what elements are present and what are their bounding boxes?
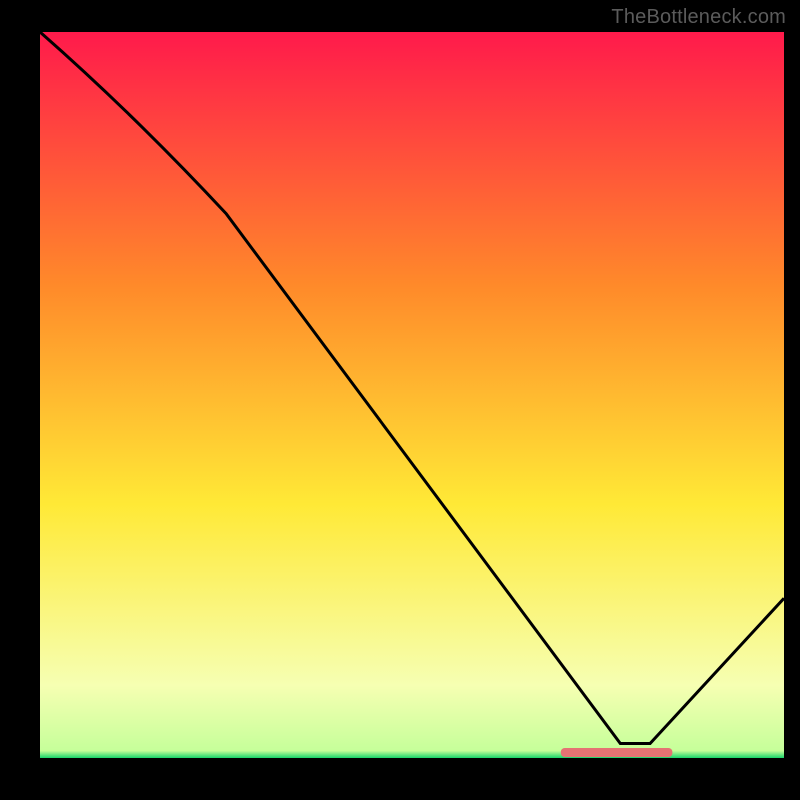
plot-area — [40, 32, 784, 758]
optimum-highlight-bar — [561, 748, 673, 757]
chart-container: TheBottleneck.com — [0, 0, 800, 800]
attribution-text: TheBottleneck.com — [611, 6, 786, 29]
bottleneck-chart — [0, 0, 800, 800]
